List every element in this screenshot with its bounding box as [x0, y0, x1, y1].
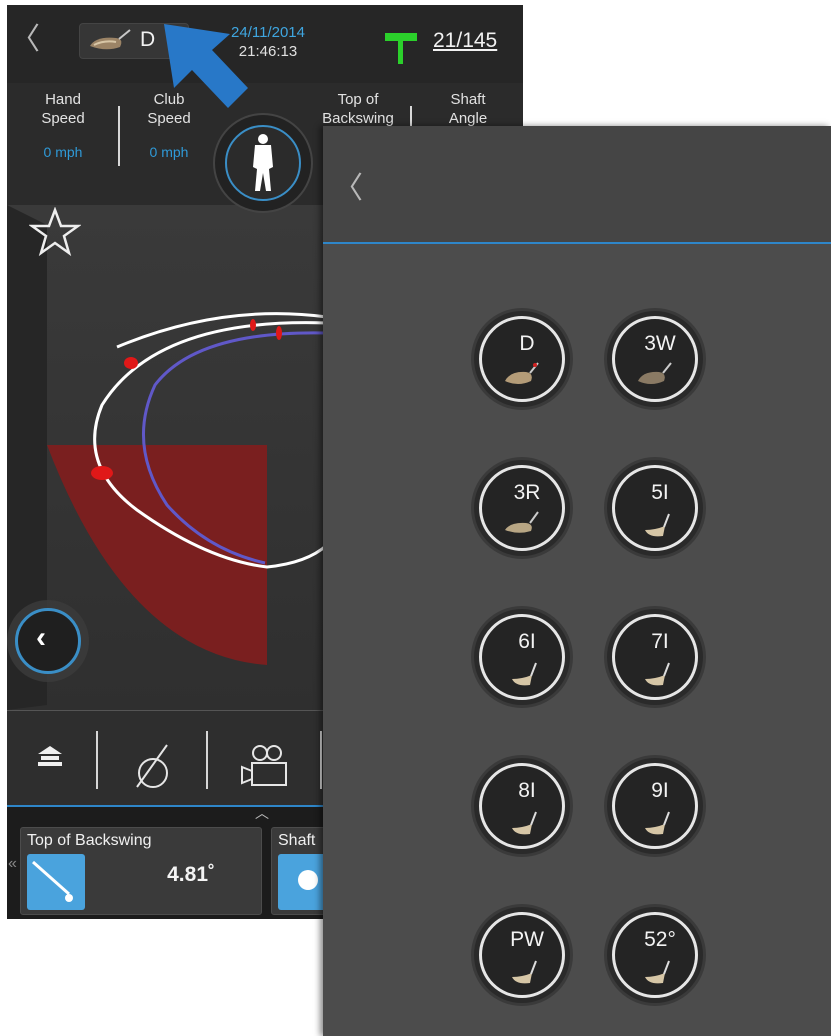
club-label: 52°	[644, 928, 676, 951]
selected-club-label: D	[140, 28, 156, 51]
divider	[410, 106, 412, 128]
club-label: 6I	[518, 630, 536, 653]
club-label: PW	[510, 928, 544, 951]
iron-head-icon	[645, 811, 670, 835]
club-label: 3W	[644, 332, 676, 355]
double-chevron-left-icon[interactable]: «	[8, 855, 17, 873]
wedge-head-icon	[645, 960, 670, 984]
wood-head-icon	[505, 362, 539, 384]
iron-head-icon	[645, 662, 670, 686]
driver-head-icon	[90, 29, 131, 50]
club-button-3w[interactable]: 3W	[607, 311, 703, 407]
divider	[320, 731, 322, 789]
club-label: 5I	[651, 481, 669, 504]
club-button-5i[interactable]: 5I	[607, 460, 703, 556]
metric-label: Hand Speed	[41, 91, 85, 127]
tee-marker-icon	[385, 33, 417, 64]
club-label: 9I	[651, 779, 669, 802]
golfer-silhouette-icon	[253, 134, 273, 191]
metric-value: 0 mph	[149, 144, 189, 160]
club-button-7i[interactable]: 7I	[607, 609, 703, 705]
hybrid-head-icon	[505, 511, 539, 533]
club-label: D	[519, 332, 535, 355]
metric-top-of-backswing: Top of Backswing	[313, 90, 403, 128]
divider	[206, 731, 208, 789]
video-camera-icon[interactable]	[240, 743, 292, 789]
iron-head-icon	[645, 513, 670, 537]
metric-value: 0 mph	[43, 144, 83, 160]
favorite-star-icon[interactable]	[29, 207, 81, 257]
iron-head-icon	[512, 662, 537, 686]
wedge-head-icon	[512, 960, 537, 984]
stat-value: 4.81˚	[167, 863, 215, 886]
club-button-52[interactable]: 52°	[607, 907, 703, 1003]
club-angle-icon[interactable]	[127, 739, 177, 789]
pointer-arrow-icon	[164, 24, 248, 108]
swing-counter[interactable]: 21/145	[433, 29, 497, 53]
chevron-up-icon[interactable]: ︿	[255, 803, 269, 823]
stat-title: Shaft	[278, 832, 316, 849]
metric-label: Shaft Angle	[448, 91, 488, 127]
previous-swing-button[interactable]: ‹	[15, 608, 81, 674]
club-picker-header: 〈	[323, 126, 831, 244]
club-button-pw[interactable]: PW	[474, 907, 570, 1003]
back-chevron-icon[interactable]: 〈	[333, 174, 363, 204]
divider	[118, 106, 120, 166]
club-label: 8I	[518, 779, 536, 802]
stat-card-top-of-backswing[interactable]: Top of Backswing 4.81˚	[20, 827, 262, 915]
club-label: 3R	[513, 481, 541, 504]
club-button-3r[interactable]: 3R	[474, 460, 570, 556]
back-chevron-icon[interactable]: 〈	[10, 25, 40, 55]
metric-label: Top of Backswing	[322, 91, 394, 127]
club-button-d[interactable]: D	[474, 311, 570, 407]
divider	[96, 731, 98, 789]
chevron-left-icon: ‹	[36, 621, 46, 654]
metric-shaft-angle: Shaft Angle	[431, 90, 505, 128]
club-button-8i[interactable]: 8I	[474, 758, 570, 854]
club-button-6i[interactable]: 6I	[474, 609, 570, 705]
metric-hand-speed: Hand Speed 0 mph	[25, 90, 101, 162]
club-picker-panel: 〈 D 3W 3R 5I 6I 7I 8I 9I PW 52°	[323, 126, 831, 1036]
backswing-icon	[27, 854, 85, 910]
club-label: 7I	[651, 630, 669, 653]
wood-head-icon	[638, 362, 672, 384]
stat-title: Top of Backswing	[27, 832, 152, 849]
iron-head-icon	[512, 811, 537, 835]
upload-icon[interactable]	[36, 744, 64, 768]
club-button-9i[interactable]: 9I	[607, 758, 703, 854]
